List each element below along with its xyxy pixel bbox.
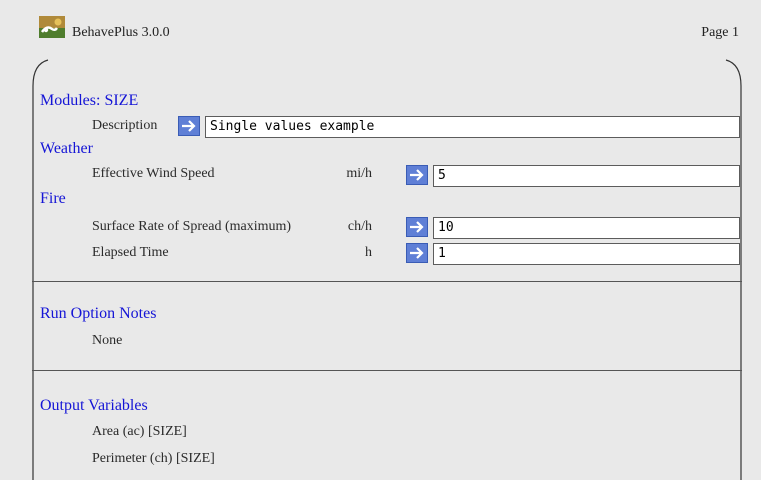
output-variable-item: Area (ac) [SIZE] (92, 424, 187, 439)
run-option-note: None (92, 333, 123, 348)
rate-of-spread-input-button[interactable] (406, 217, 428, 237)
arrow-right-icon (410, 169, 424, 181)
elapsed-time-unit: h (365, 245, 372, 260)
weather-heading: Weather (40, 140, 93, 157)
rate-of-spread-field[interactable]: 10 (433, 217, 740, 239)
rate-of-spread-label: Surface Rate of Spread (maximum) (92, 219, 292, 234)
run-option-notes-heading: Run Option Notes (40, 305, 157, 322)
wind-speed-input-button[interactable] (406, 165, 428, 185)
fire-heading: Fire (40, 190, 66, 207)
description-input-button[interactable] (178, 116, 200, 136)
description-label: Description (92, 118, 158, 133)
wind-speed-unit: mi/h (346, 166, 372, 181)
arrow-right-icon (182, 120, 196, 132)
description-field[interactable]: Single values example (205, 116, 740, 138)
section-divider (32, 370, 742, 371)
modules-heading: Modules: SIZE (40, 92, 139, 109)
wind-speed-label: Effective Wind Speed (92, 166, 215, 181)
rate-of-spread-unit: ch/h (347, 219, 372, 234)
page-number: Page 1 (701, 25, 739, 40)
wind-speed-field[interactable]: 5 (433, 165, 740, 187)
arrow-right-icon (410, 221, 424, 233)
output-variable-item: Perimeter (ch) [SIZE] (92, 451, 215, 466)
behaveplus-app-icon (39, 16, 65, 38)
arrow-right-icon (410, 247, 424, 259)
elapsed-time-label: Elapsed Time (92, 245, 169, 260)
section-divider (32, 281, 742, 282)
output-variables-heading: Output Variables (40, 397, 148, 414)
elapsed-time-field[interactable]: 1 (433, 243, 740, 265)
app-title: BehavePlus 3.0.0 (72, 25, 170, 40)
elapsed-time-input-button[interactable] (406, 243, 428, 263)
